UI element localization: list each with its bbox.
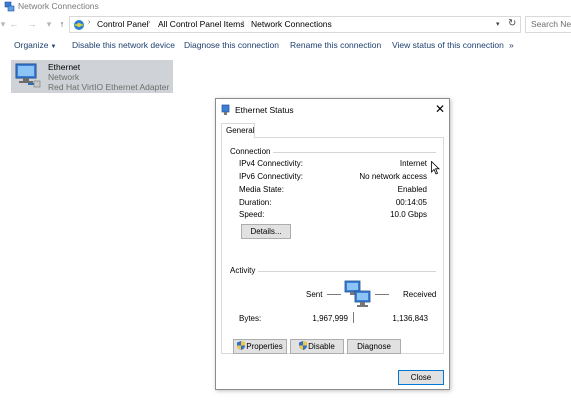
details-button[interactable]: Details... (241, 224, 291, 239)
mouse-cursor-icon (431, 161, 440, 175)
connection-name: Ethernet (48, 62, 81, 72)
ethernet-connection-item[interactable]: Ethernet Network Red Hat VirtIO Ethernet… (11, 60, 173, 93)
received-indicator-line (375, 294, 389, 295)
shield-icon (299, 341, 308, 350)
connection-group-label: Connection (230, 147, 274, 156)
disable-button[interactable]: Disable (290, 339, 344, 354)
organize-button[interactable]: Organize ▼ (14, 40, 56, 50)
general-tab-panel: Connection IPv4 Connectivity: Internet I… (221, 137, 444, 354)
activity-group-label: Activity (230, 266, 259, 275)
ethernet-status-dialog: Ethernet Status ✕ General Connection IPv… (215, 98, 450, 390)
duration-label: Duration: (239, 198, 272, 207)
address-dropdown-icon[interactable]: ▾ (496, 20, 500, 28)
diagnose-connection-button[interactable]: Diagnose this connection (184, 40, 279, 50)
media-state-value: Enabled (397, 185, 427, 194)
connection-adapter: Red Hat VirtIO Ethernet Adapter (48, 82, 170, 92)
bytes-label: Bytes: (239, 314, 262, 323)
properties-button[interactable]: Properties (233, 339, 287, 354)
ethernet-adapter-icon (15, 63, 41, 88)
sent-label: Sent (306, 290, 323, 299)
close-icon[interactable]: ✕ (435, 102, 445, 116)
breadcrumb-all-items[interactable]: All Control Panel Items (158, 19, 244, 29)
view-status-button[interactable]: View status of this connection (392, 40, 504, 50)
bytes-sent-value: 1,967,999 (312, 314, 348, 323)
command-bar: Organize ▼ Disable this network device Di… (0, 36, 571, 56)
chevron-down-icon: ▼ (50, 44, 57, 50)
window-titlebar: Network Connections (0, 0, 571, 14)
chevron-right-icon[interactable]: › (242, 19, 244, 26)
network-activity-icon (344, 280, 371, 307)
chevron-right-icon[interactable]: › (148, 19, 150, 26)
speed-label: Speed: (239, 210, 265, 219)
ipv6-connectivity-value: No network access (359, 172, 427, 181)
ipv4-connectivity-label: IPv4 Connectivity: (239, 159, 304, 168)
shield-icon (237, 341, 246, 350)
disable-device-button[interactable]: Disable this network device (72, 40, 175, 50)
breadcrumb-control-panel[interactable]: Control Panel (97, 19, 149, 29)
diagnose-button[interactable]: Diagnose (347, 339, 401, 354)
address-bar[interactable]: › Control Panel › All Control Panel Item… (69, 16, 521, 33)
sent-indicator-line (327, 294, 341, 295)
back-arrow-icon[interactable]: ← (8, 17, 20, 31)
address-row: ▾ ← → ▾ ↑ › Control Panel › All Control … (0, 15, 571, 35)
tab-general[interactable]: General (221, 123, 255, 138)
search-placeholder: Search Netw (531, 19, 571, 29)
history-dropdown-icon[interactable]: ▾ (43, 17, 55, 31)
control-panel-icon (74, 20, 84, 30)
bytes-received-value: 1,136,843 (392, 314, 428, 323)
network-adapter-icon (221, 104, 230, 115)
media-state-label: Media State: (239, 185, 284, 194)
received-label: Received (403, 290, 437, 299)
disable-label: Disable (308, 342, 335, 351)
bytes-separator (353, 312, 354, 323)
dialog-title: Ethernet Status (235, 105, 294, 115)
breadcrumb-network-connections[interactable]: Network Connections (251, 19, 332, 29)
properties-label: Properties (246, 342, 283, 351)
network-connections-icon (4, 1, 15, 12)
duration-value: 00:14:05 (395, 198, 427, 207)
close-button[interactable]: Close (398, 370, 444, 385)
chevron-right-icon[interactable]: › (88, 19, 90, 26)
up-arrow-icon[interactable]: ↑ (56, 17, 68, 31)
window-title: Network Connections (18, 1, 99, 11)
ipv4-connectivity-value: Internet (399, 159, 427, 168)
speed-value: 10.0 Gbps (390, 210, 427, 219)
ipv6-connectivity-label: IPv6 Connectivity: (239, 172, 304, 181)
connection-network: Network (48, 72, 80, 82)
more-commands-button[interactable]: » (509, 40, 514, 50)
forward-arrow-icon[interactable]: → (26, 17, 38, 31)
search-input[interactable]: Search Netw (525, 16, 571, 33)
rename-connection-button[interactable]: Rename this connection (290, 40, 381, 50)
refresh-icon[interactable]: ↻ (508, 18, 516, 29)
tab-general-label: General (226, 126, 255, 135)
activity-group-divider (230, 271, 436, 272)
